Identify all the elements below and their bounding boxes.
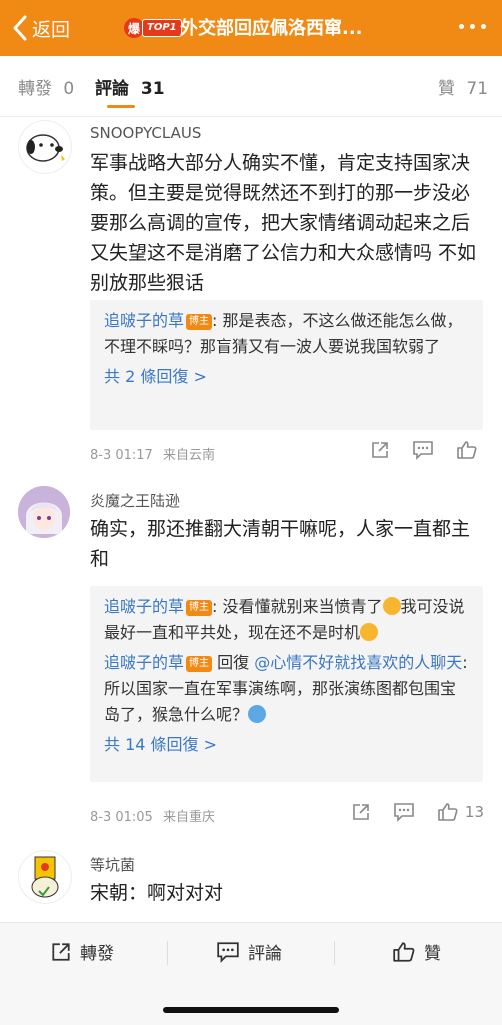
comment-time: 8-3 01:05 bbox=[90, 810, 153, 825]
like-label: 贊 bbox=[424, 944, 441, 964]
tab-repost[interactable]: 轉發 0 bbox=[18, 74, 74, 99]
snoopy-avatar-icon bbox=[26, 134, 65, 162]
repost-button[interactable]: 轉發 bbox=[50, 939, 114, 964]
cartoon-avatar-icon bbox=[31, 856, 59, 898]
tab-repost-count: 0 bbox=[63, 79, 75, 99]
home-indicator bbox=[163, 1007, 339, 1013]
hot-badge-rank: TOP1 bbox=[142, 19, 182, 37]
reply-box[interactable]: 追啵子的草 博主: 那是表态，不这么做还能怎么做，不理不睬吗？那盲猜又有一波人要说… bbox=[90, 300, 483, 430]
like-button[interactable] bbox=[456, 440, 484, 460]
comment-location: 来自云南 bbox=[162, 448, 215, 463]
author-badge: 博主 bbox=[186, 600, 213, 616]
comment-icon[interactable] bbox=[412, 440, 434, 460]
reply-item: 追啵子的草 博主: 没看懂就别来当愤青了 我可没说最好一直和平共处，现在还不是时机 bbox=[104, 594, 469, 646]
avatar[interactable] bbox=[18, 850, 72, 904]
hot-badge: 爆 TOP1 bbox=[124, 17, 182, 39]
tab-comments[interactable]: 評論 31 bbox=[95, 74, 165, 99]
nav-header: 返回 爆 TOP1 外交部回应佩洛西窜... bbox=[0, 0, 502, 56]
comment-username[interactable]: 等坑菌 bbox=[90, 854, 135, 875]
page-title: 外交部回应佩洛西窜... bbox=[180, 18, 363, 39]
tab-comments-count: 31 bbox=[140, 79, 165, 99]
thumbs-up-icon bbox=[393, 941, 415, 962]
laughing-emoji-icon bbox=[248, 705, 267, 723]
reply-username[interactable]: 追啵子的草 bbox=[104, 311, 184, 330]
like-button[interactable]: 贊 bbox=[392, 939, 441, 964]
comment-button[interactable]: 評論 bbox=[216, 939, 282, 964]
grin-emoji-icon bbox=[360, 623, 379, 641]
comment-username[interactable]: SNOOPYCLAUS bbox=[90, 124, 201, 142]
avatar[interactable] bbox=[18, 120, 72, 174]
hot-badge-char: 爆 bbox=[124, 18, 144, 38]
more-replies-link[interactable]: 共 14 條回復 > bbox=[104, 732, 469, 758]
comment-actions bbox=[370, 440, 484, 460]
tab-repost-label: 轉發 bbox=[18, 79, 52, 99]
comment-meta: 8-3 01:05 来自重庆 bbox=[90, 806, 215, 825]
reply-box[interactable]: 追啵子的草 博主: 没看懂就别来当愤青了 我可没说最好一直和平共处，现在还不是时机 … bbox=[90, 586, 483, 782]
share-icon[interactable] bbox=[351, 802, 371, 822]
share-icon[interactable] bbox=[370, 440, 390, 460]
thumbs-up-icon bbox=[438, 803, 458, 821]
tab-likes[interactable]: 贊 71 bbox=[438, 74, 488, 99]
tab-likes-label: 贊 bbox=[438, 79, 455, 99]
thinking-emoji-icon bbox=[382, 597, 401, 615]
reply-word: 回復 bbox=[217, 653, 250, 672]
reply-text: : 没看懂就别来当愤青了 bbox=[212, 597, 383, 616]
share-icon bbox=[52, 942, 70, 961]
author-badge: 博主 bbox=[186, 314, 213, 330]
bottom-action-bar: 轉發 評論 贊 bbox=[0, 922, 502, 1025]
author-badge: 博主 bbox=[186, 656, 213, 672]
reply-mention[interactable]: @心情不好就找喜欢的人聊天 bbox=[254, 653, 462, 672]
anime-avatar-icon bbox=[18, 486, 70, 538]
back-label: 返回 bbox=[32, 18, 71, 41]
back-button[interactable]: 返回 bbox=[12, 12, 70, 44]
comment-text: 宋朝：啊对对对 bbox=[90, 882, 224, 904]
like-count: 13 bbox=[464, 803, 484, 821]
comment-text: 确实，那还推翻大清朝干嘛呢，人家一直都主和 bbox=[90, 518, 471, 570]
tab-bar: 轉發 0 評論 31 贊 71 bbox=[0, 56, 502, 116]
thumbs-up-icon bbox=[457, 441, 477, 459]
repost-label: 轉發 bbox=[80, 944, 114, 964]
reply-username[interactable]: 追啵子的草 bbox=[104, 597, 184, 616]
comment-time: 8-3 01:17 bbox=[90, 448, 153, 463]
bottom-divider bbox=[167, 941, 168, 965]
comment-icon bbox=[217, 941, 239, 963]
comment-icon[interactable] bbox=[393, 802, 415, 822]
comment-text: 军事战略大部分人确实不懂，肯定支持国家决策。但主要是觉得既然还不到打的那一步没必… bbox=[90, 152, 477, 294]
tab-divider bbox=[0, 116, 502, 117]
comment-actions: 13 bbox=[351, 802, 484, 822]
comment-location: 来自重庆 bbox=[162, 810, 215, 825]
reply-item: 追啵子的草 博主: 那是表态，不这么做还能怎么做，不理不睬吗？那盲猜又有一波人要说… bbox=[104, 308, 469, 360]
more-replies-link[interactable]: 共 2 條回復 > bbox=[104, 364, 469, 390]
tab-likes-count: 71 bbox=[466, 79, 489, 99]
avatar[interactable] bbox=[18, 486, 70, 538]
chevron-left-icon bbox=[13, 15, 27, 41]
like-button[interactable]: 13 bbox=[437, 802, 484, 822]
reply-username[interactable]: 追啵子的草 bbox=[104, 653, 184, 672]
reply-item: 追啵子的草 博主 回復 @心情不好就找喜欢的人聊天:所以国家一直在军事演练啊，那张… bbox=[104, 650, 469, 728]
comment-meta: 8-3 01:17 来自云南 bbox=[90, 444, 215, 463]
comment-label: 評論 bbox=[248, 944, 282, 964]
active-tab-indicator bbox=[107, 105, 135, 108]
comment-username[interactable]: 炎魔之王陆逊 bbox=[90, 490, 180, 511]
bottom-divider bbox=[334, 941, 335, 965]
more-dots-icon[interactable] bbox=[459, 24, 486, 29]
tab-comments-label: 評論 bbox=[95, 79, 129, 99]
